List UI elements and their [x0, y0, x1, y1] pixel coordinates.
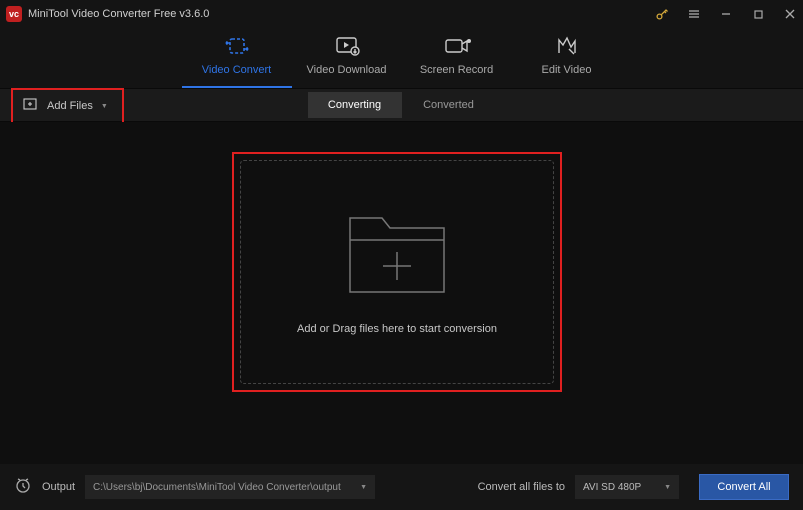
window-controls — [655, 7, 797, 21]
record-icon — [402, 34, 512, 58]
edit-icon — [512, 34, 622, 58]
clock-icon[interactable] — [14, 476, 32, 499]
format-select[interactable]: AVI SD 480P ▼ — [575, 475, 679, 499]
dropzone-hint: Add or Drag files here to start conversi… — [297, 323, 497, 335]
add-files-button[interactable]: Add Files ▼ — [17, 94, 118, 118]
convert-all-button[interactable]: Convert All — [699, 474, 789, 500]
add-file-icon — [23, 97, 39, 116]
add-files-highlight: Add Files ▼ — [11, 88, 124, 124]
format-text: AVI SD 480P — [583, 482, 641, 493]
chevron-down-icon: ▼ — [101, 103, 108, 110]
key-icon[interactable] — [655, 7, 669, 21]
output-path-text: C:\Users\bj\Documents\MiniTool Video Con… — [93, 482, 341, 493]
convert-to-label: Convert all files to — [478, 481, 565, 493]
app-logo: vc — [6, 6, 22, 22]
output-path-select[interactable]: C:\Users\bj\Documents\MiniTool Video Con… — [85, 475, 375, 499]
nav-label: Video Download — [292, 64, 402, 76]
status-tabs: Converting Converted — [308, 92, 496, 118]
folder-add-icon — [342, 210, 452, 305]
nav-label: Edit Video — [512, 64, 622, 76]
minimize-icon[interactable] — [719, 7, 733, 21]
app-title: MiniTool Video Converter Free v3.6.0 — [28, 8, 655, 20]
close-icon[interactable] — [783, 7, 797, 21]
menu-icon[interactable] — [687, 7, 701, 21]
maximize-icon[interactable] — [751, 7, 765, 21]
tab-converting[interactable]: Converting — [308, 92, 402, 118]
nav-video-convert[interactable]: Video Convert — [182, 34, 292, 88]
convert-icon — [182, 34, 292, 58]
add-files-label: Add Files — [47, 100, 93, 112]
toolbar: Add Files ▼ Converting Converted — [0, 88, 803, 122]
nav-video-download[interactable]: Video Download — [292, 34, 402, 88]
main-nav: Video Convert Video Download Screen Reco… — [0, 28, 803, 88]
dropzone-highlight: Add or Drag files here to start conversi… — [232, 152, 562, 392]
nav-label: Video Convert — [182, 64, 292, 76]
main-area: Add or Drag files here to start conversi… — [0, 122, 803, 482]
chevron-down-icon: ▼ — [664, 484, 671, 491]
dropzone[interactable]: Add or Drag files here to start conversi… — [240, 160, 554, 384]
nav-screen-record[interactable]: Screen Record — [402, 34, 512, 88]
tab-converted[interactable]: Converted — [402, 92, 496, 118]
footer: Output C:\Users\bj\Documents\MiniTool Vi… — [0, 464, 803, 510]
titlebar: vc MiniTool Video Converter Free v3.6.0 — [0, 0, 803, 28]
download-icon — [292, 34, 402, 58]
nav-label: Screen Record — [402, 64, 512, 76]
output-label: Output — [42, 481, 75, 493]
nav-edit-video[interactable]: Edit Video — [512, 34, 622, 88]
chevron-down-icon: ▼ — [360, 484, 367, 491]
